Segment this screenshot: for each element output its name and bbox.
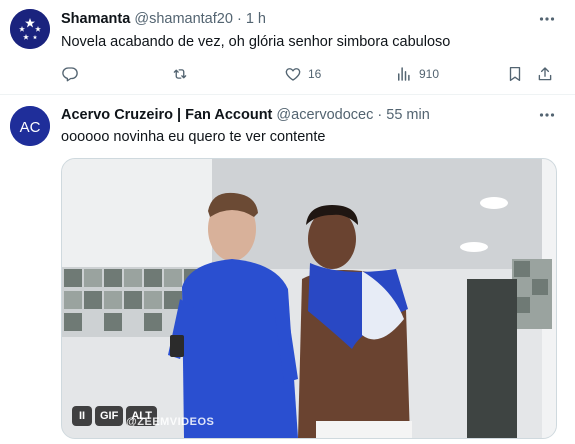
avatar[interactable] [10,9,50,49]
tweet-header: Acervo Cruzeiro | Fan Account @acervodoc… [61,107,565,127]
more-horizontal-icon [539,113,555,117]
retweet-button[interactable] [171,64,195,84]
bookmark-icon [509,66,521,82]
more-options-button[interactable] [537,105,557,125]
separator: · [236,11,242,27]
like-count: 16 [308,67,322,81]
tweet[interactable]: Shamanta @shamantaf20 · 1 h Novela acaba… [0,0,575,95]
bookmark-button[interactable] [506,64,524,84]
views-button[interactable]: 910 [395,64,439,84]
timestamp[interactable]: 55 min [386,107,430,123]
reply-button[interactable] [61,64,85,84]
avatar[interactable]: AC [10,106,50,146]
like-button[interactable]: 16 [284,64,321,84]
reply-icon [62,67,78,82]
user-handle[interactable]: @shamantaf20 [134,11,233,27]
gif-badge: GIF [95,406,124,426]
tweet-header: Shamanta @shamantaf20 · 1 h [61,11,565,31]
timestamp[interactable]: 1 h [246,11,266,27]
retweet-icon [173,69,187,79]
tweet-text: Novela acabando de vez, oh glória senhor… [61,34,451,50]
watermark: @ZEEMVIDEOS [126,416,215,428]
heart-icon [285,68,301,81]
gif-media[interactable]: II GIF ALT @ZEEMVIDEOS [61,158,557,439]
avatar-monogram: AC [10,106,50,146]
tweet[interactable]: AC Acervo Cruzeiro | Fan Account @acervo… [0,96,575,444]
separator: · [377,107,383,123]
tweet-text: oooooo novinha eu quero te ver contente [61,129,326,145]
gif-frame-image [62,159,556,438]
tweet-actions: 16 910 [61,64,565,84]
views-chart-icon [398,67,410,81]
pause-button[interactable]: II [72,406,92,426]
avatar-label: AC [20,119,41,136]
share-icon [538,67,552,81]
share-button[interactable] [536,64,554,84]
display-name[interactable]: Shamanta [61,11,130,27]
more-options-button[interactable] [537,9,557,29]
user-handle[interactable]: @acervodocec [276,107,373,123]
stars-avatar-icon [10,9,50,49]
display-name[interactable]: Acervo Cruzeiro | Fan Account [61,107,272,123]
more-horizontal-icon [539,17,555,21]
views-count: 910 [419,67,440,81]
